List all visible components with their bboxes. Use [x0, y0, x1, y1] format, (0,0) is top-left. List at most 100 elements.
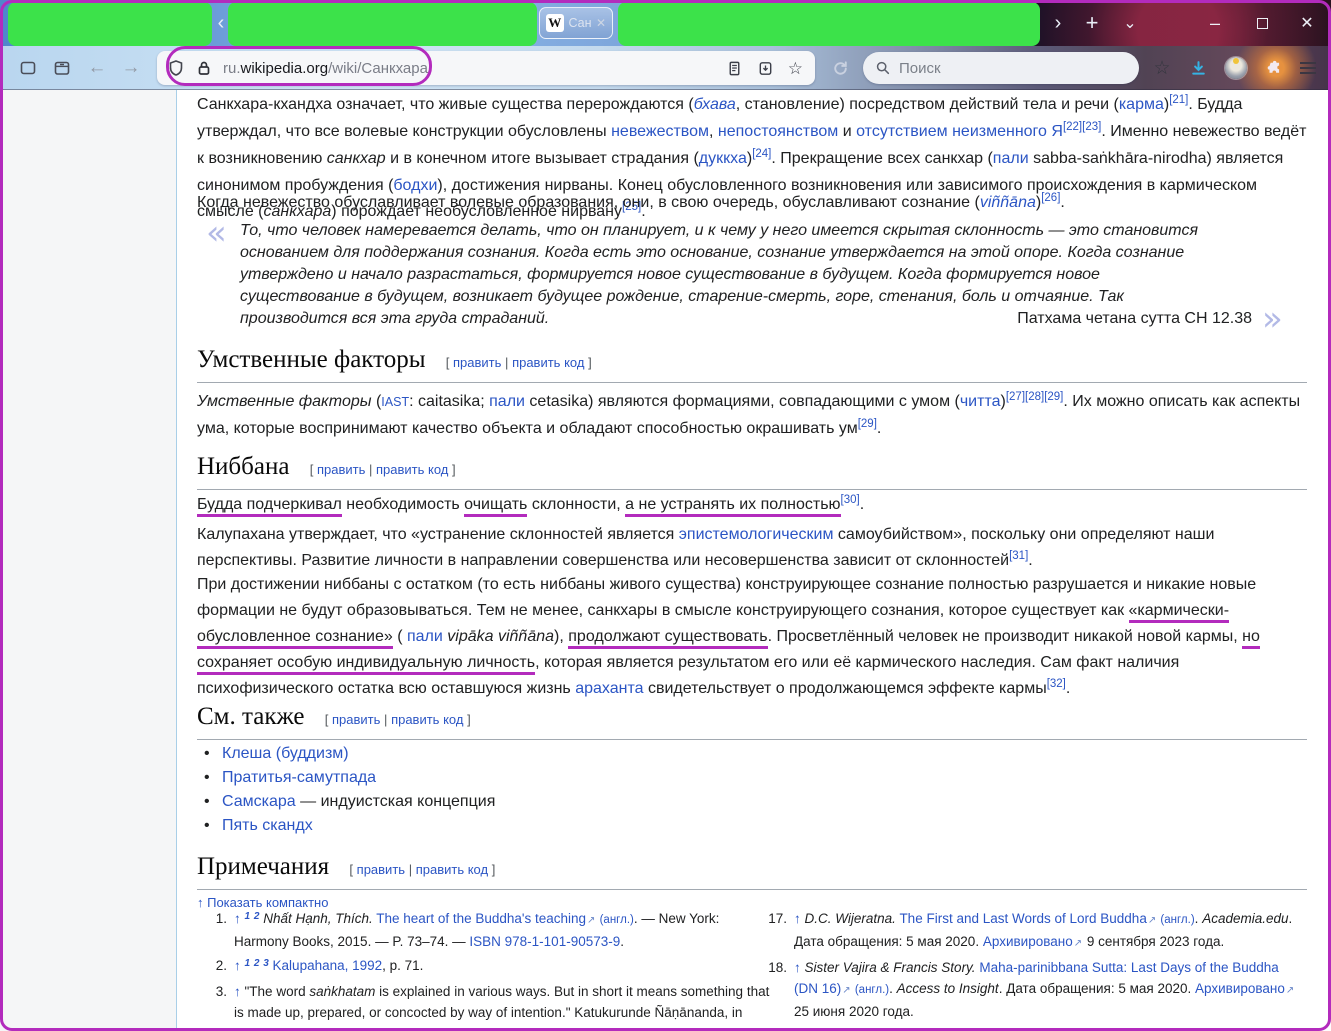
- edit-separator: |: [408, 862, 413, 877]
- edit-source-link[interactable]: править код: [391, 712, 463, 727]
- wikipedia-favicon: W: [546, 14, 564, 32]
- tab-strip: ‹ W Сан ✕ › + ⌄ – ✕: [0, 0, 1331, 46]
- edit-bracket: [: [349, 862, 354, 877]
- references-column-right: 17. ↑ D.C. Wijeratna. The First and Last…: [760, 908, 1300, 1031]
- edit-link[interactable]: править: [332, 712, 380, 727]
- edit-bracket: ]: [467, 712, 471, 727]
- paragraph-buddha-emphasized: Будда подчеркивал необходимость очищать …: [197, 492, 1309, 519]
- heading-notes: Примечания [ править | править код ]: [197, 853, 1307, 890]
- heading-see-also: См. также [ править | править код ]: [197, 703, 1307, 740]
- edit-separator: |: [384, 712, 388, 727]
- reference-text[interactable]: ↑ D.C. Wijeratna. The First and Last Wor…: [794, 908, 1300, 954]
- page-content: Санкхара-кхандха означает, что живые сущ…: [0, 90, 1331, 1031]
- edit-link[interactable]: править: [357, 862, 405, 877]
- back-button[interactable]: ←: [83, 46, 111, 90]
- paragraph-ignorance: Когда невежество обуславливает волевые о…: [197, 192, 1065, 211]
- edit-source-link[interactable]: править код: [416, 862, 488, 877]
- reference-number: 1.: [215, 911, 227, 926]
- reference-text[interactable]: ↑ 1 2 3 Kalupahana, 1992, p. 71.: [234, 955, 772, 978]
- sidebar-icon[interactable]: [14, 46, 42, 90]
- reference-number: 3.: [215, 984, 227, 999]
- reference-text[interactable]: ↑ Sister Vajira & Francis Story. Maha-pa…: [794, 957, 1300, 1022]
- quote-attribution: Патхама четана сутта СН 12.38: [1017, 310, 1252, 327]
- edit-source-link[interactable]: править код: [512, 355, 584, 370]
- url-path: /wiki/Санкхара: [328, 59, 428, 77]
- bookmarks-star-toolbar-icon[interactable]: ☆: [1147, 46, 1177, 90]
- window-maximize-button[interactable]: [1245, 0, 1279, 46]
- tracking-shield-icon[interactable]: [167, 59, 185, 77]
- new-tab-button[interactable]: +: [1077, 0, 1107, 46]
- edit-bracket: ]: [588, 355, 592, 370]
- url-text[interactable]: ru.wikipedia.org/wiki/Санкхара: [223, 60, 428, 77]
- annotation-green-box-1: [8, 2, 212, 46]
- annotation-green-box-3: [618, 2, 1040, 46]
- reader-mode-icon[interactable]: [726, 60, 743, 77]
- edit-bracket: ]: [452, 462, 456, 477]
- edit-link[interactable]: править: [453, 355, 501, 370]
- reference-item: 2. ↑ 1 2 3 Kalupahana, 1992, p. 71.: [200, 955, 772, 978]
- section-edit-links: [ править | править код ]: [349, 862, 495, 877]
- edit-bracket: [: [445, 355, 450, 370]
- heading-nibbana: Ниббана [ править | править код ]: [197, 453, 1307, 490]
- window-close-button[interactable]: ✕: [1290, 0, 1324, 46]
- reference-number: 19.: [760, 1025, 794, 1031]
- account-avatar[interactable]: [1221, 46, 1251, 90]
- browser-window: ‹ W Сан ✕ › + ⌄ – ✕ ← → ru.wikipedia.org…: [0, 0, 1331, 1031]
- reference-item: 18. ↑ Sister Vajira & Francis Story. Mah…: [760, 957, 1300, 1022]
- reload-button[interactable]: [826, 46, 854, 90]
- search-icon: [875, 60, 891, 76]
- downloads-icon[interactable]: [1183, 46, 1213, 90]
- heading-title: Умственные факторы: [197, 346, 426, 373]
- edit-separator: |: [368, 462, 373, 477]
- forward-button[interactable]: →: [117, 46, 145, 90]
- reference-item: 17. ↑ D.C. Wijeratna. The First and Last…: [760, 908, 1300, 954]
- see-also-item-skandhas[interactable]: Пять скандх: [204, 814, 495, 838]
- search-bar[interactable]: Поиск: [863, 52, 1139, 84]
- extensions-puzzle-icon[interactable]: [1258, 46, 1288, 90]
- reference-item: 3. ↑ "The word saṅkhatam is explained in…: [200, 981, 772, 1031]
- section-edit-links: [ править | править код ]: [325, 712, 471, 727]
- see-also-list: Клеша (буддизм) Пратитья-самутпада Самск…: [204, 742, 495, 838]
- reference-item: 19. ↑ 1 2 3 Bodhi, 2005, pp. 45–47.: [760, 1025, 1300, 1031]
- edit-link[interactable]: править: [317, 462, 365, 477]
- url-bar[interactable]: ru.wikipedia.org/wiki/Санкхара ☆: [157, 51, 815, 85]
- references-column-left: 1. ↑ 1 2 Nhất Hạnh, Thích. The heart of …: [200, 908, 772, 1031]
- active-tab[interactable]: W Сан ✕: [539, 7, 613, 39]
- reference-text[interactable]: ↑ 1 2 3 Bodhi, 2005, pp. 45–47.: [794, 1025, 1300, 1031]
- tab-title: Сан: [568, 16, 591, 30]
- heading-title: Примечания: [197, 853, 330, 880]
- edit-bracket: [: [324, 712, 329, 727]
- scroll-tabs-right-button[interactable]: ›: [1043, 0, 1073, 46]
- paragraph-mental-factors: Умственные факторы (IAST: caitasika; пал…: [197, 391, 1301, 437]
- lock-icon[interactable]: [195, 59, 213, 77]
- edit-separator: |: [505, 355, 509, 370]
- section-edit-links: [ править | править код ]: [310, 462, 456, 477]
- reference-number: 2.: [215, 958, 227, 973]
- reference-text[interactable]: ↑ "The word saṅkhatam is explained in va…: [234, 981, 772, 1031]
- reference-number: 18.: [768, 960, 787, 975]
- heading-title: Ниббана: [197, 453, 290, 480]
- tab-close-icon[interactable]: ✕: [596, 16, 606, 30]
- navigation-toolbar: ← → ru.wikipedia.org/wiki/Санкхара ☆ Пои…: [0, 46, 1331, 90]
- edit-bracket: ]: [491, 862, 496, 877]
- tab-list-dropdown-icon[interactable]: ⌄: [1115, 0, 1145, 46]
- quote-open-icon: «: [206, 213, 227, 253]
- heading-title: См. также: [197, 703, 305, 730]
- annotation-green-box-2: [228, 2, 537, 46]
- sidebar-margin: [0, 90, 177, 1031]
- archive-box-icon[interactable]: [48, 46, 76, 90]
- reference-number: 17.: [768, 911, 787, 926]
- see-also-item-samskara[interactable]: Самскара — индуистская концепция: [204, 790, 495, 814]
- section-edit-links: [ править | править код ]: [446, 355, 592, 370]
- save-page-icon[interactable]: [757, 60, 774, 77]
- menu-hamburger-icon[interactable]: [1293, 46, 1323, 90]
- heading-mental-factors: Умственные факторы [ править | править к…: [197, 346, 1307, 383]
- bookmark-star-icon[interactable]: ☆: [788, 60, 803, 77]
- window-minimize-button[interactable]: –: [1198, 0, 1232, 46]
- reference-text[interactable]: ↑ 1 2 Nhất Hạnh, Thích. The heart of the…: [234, 908, 772, 952]
- search-placeholder: Поиск: [899, 59, 941, 77]
- see-also-item-klesha[interactable]: Клеша (буддизм): [204, 742, 495, 766]
- reference-item: 1. ↑ 1 2 Nhất Hạnh, Thích. The heart of …: [200, 908, 772, 952]
- edit-source-link[interactable]: править код: [376, 462, 448, 477]
- see-also-item-pratitya[interactable]: Пратитья-самутпада: [204, 766, 495, 790]
